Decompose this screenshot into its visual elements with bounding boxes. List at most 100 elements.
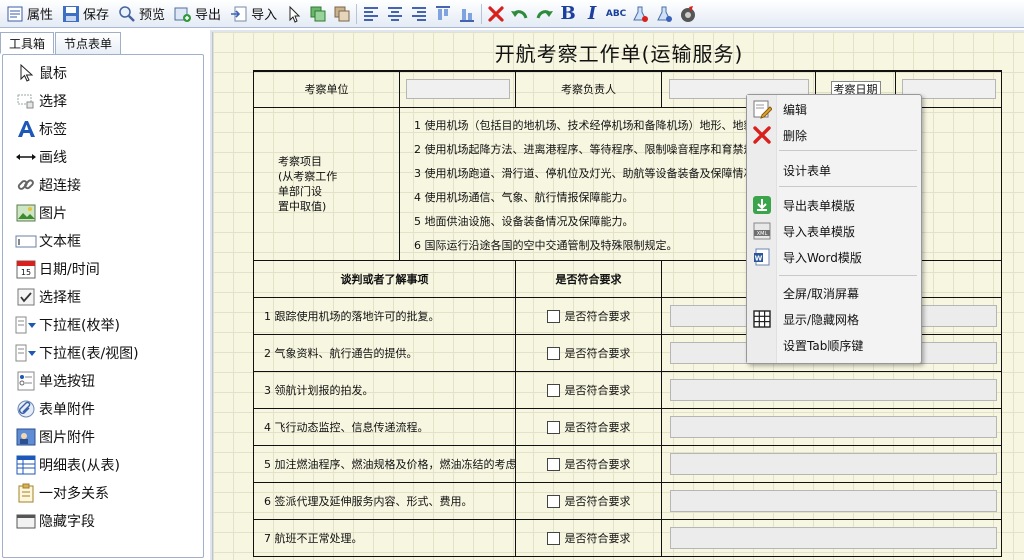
properties-icon — [6, 5, 24, 23]
copy-format-button[interactable] — [306, 2, 330, 26]
meets-checkbox[interactable] — [546, 421, 560, 434]
tool-line[interactable]: 画线 — [3, 143, 203, 171]
detail-input[interactable] — [670, 415, 997, 438]
toolbar-separator — [356, 3, 358, 24]
tool-picture[interactable]: 图片 — [3, 199, 203, 227]
tab-node-forms[interactable]: 节点表单 — [55, 32, 122, 54]
menu-item-tab-order[interactable]: 设置Tab顺序键 — [747, 333, 923, 357]
tool-mouse[interactable]: 鼠标 — [3, 59, 203, 87]
matter-header[interactable]: 谈判或者了解事项 — [253, 259, 516, 298]
align-top-button[interactable] — [431, 2, 455, 26]
menu-item-delete[interactable]: 删除 — [747, 123, 923, 147]
tool-label-item[interactable]: 标签 — [3, 115, 203, 143]
row-text-cell[interactable]: 1 跟踪使用机场的落地许可的批复。 — [253, 296, 516, 335]
tool-one-to-many[interactable]: 一对多关系 — [3, 479, 203, 507]
meets-checkbox[interactable] — [546, 495, 560, 508]
meets-checkbox[interactable] — [546, 310, 560, 323]
leader-label-cell[interactable]: 考察负责人 — [515, 70, 662, 108]
tool-image-attachment[interactable]: 图片附件 — [3, 423, 203, 451]
row-text-cell[interactable]: 3 领航计划报的拍发。 — [253, 370, 516, 409]
menu-item-export-template[interactable]: 导出表单模版 — [747, 193, 923, 217]
detail-input[interactable] — [670, 489, 997, 512]
meets-header[interactable]: 是否符合要求 — [515, 259, 662, 298]
tool-label: 图片 — [39, 206, 67, 222]
tool-label: 下拉框(表/视图) — [39, 346, 139, 362]
menu-item-label: 导入表单模版 — [783, 224, 856, 239]
detail-cell — [661, 370, 1002, 409]
meets-checkbox[interactable] — [546, 347, 560, 360]
flask-tool-button[interactable] — [628, 2, 652, 26]
tool-dropdown-enum[interactable]: 下拉框(枚举) — [3, 311, 203, 339]
tool-radio[interactable]: 单选按钮 — [3, 367, 203, 395]
toolbar-separator — [481, 3, 483, 24]
save-icon — [62, 5, 80, 23]
detail-input[interactable] — [670, 452, 997, 475]
row-text-cell[interactable]: 7 航班不正常处理。 — [253, 518, 516, 557]
undo-button[interactable] — [508, 2, 532, 26]
italic-button[interactable]: I — [580, 2, 604, 26]
menu-item-label: 显示/隐藏网格 — [783, 312, 860, 327]
preview-button[interactable]: 预览 — [114, 2, 169, 26]
import-button[interactable]: 导入 — [226, 2, 281, 26]
tool-detail-table[interactable]: 明细表(从表) — [3, 451, 203, 479]
align-left-button[interactable] — [359, 2, 383, 26]
save-label: 保存 — [83, 8, 110, 23]
row-text-cell[interactable]: 4 飞行动态监控、信息传递流程。 — [253, 407, 516, 446]
hidden-field-icon — [15, 510, 37, 532]
meets-checkbox[interactable] — [546, 532, 560, 545]
detail-input[interactable] — [670, 378, 997, 401]
tool-hidden-field[interactable]: 隐藏字段 — [3, 507, 203, 535]
spellcheck-button[interactable]: ABC — [604, 2, 628, 26]
project-label-cell[interactable]: 考察项目 (从考察工作 单部门设 置中取值) — [253, 106, 400, 261]
tool-datetime[interactable]: 15 日期/时间 — [3, 255, 203, 283]
menu-item-import-word[interactable]: W 导入Word模版 — [747, 245, 923, 269]
detail-input[interactable] — [670, 526, 997, 549]
bold-button[interactable]: B — [556, 2, 580, 26]
import-label: 导入 — [251, 8, 278, 23]
tool-label: 下拉框(枚举) — [39, 318, 120, 334]
tab-toolbox[interactable]: 工具箱 — [0, 32, 55, 54]
align-right-button[interactable] — [407, 2, 431, 26]
menu-item-label: 删除 — [783, 128, 808, 143]
form-title[interactable]: 开航考察工作单(运输服务) — [213, 38, 1024, 67]
detail-cell — [661, 518, 1002, 557]
properties-button[interactable]: 属性 — [2, 2, 57, 26]
align-center-button[interactable] — [383, 2, 407, 26]
tool-select[interactable]: 选择 — [3, 87, 203, 115]
row-text-cell[interactable]: 2 气象资料、航行通告的提供。 — [253, 333, 516, 372]
tool-checkbox[interactable]: 选择框 — [3, 283, 203, 311]
unit-label-cell[interactable]: 考察单位 — [253, 70, 400, 108]
pointer-icon — [289, 5, 301, 23]
flask-tool-2-button[interactable] — [652, 2, 676, 26]
meets-checkbox[interactable] — [546, 384, 560, 397]
attachment-icon — [15, 398, 37, 420]
tool-form-attachment[interactable]: 表单附件 — [3, 395, 203, 423]
redo-button[interactable] — [532, 2, 556, 26]
detail-table-icon — [15, 454, 37, 476]
pointer-tool-button[interactable] — [282, 2, 306, 26]
paste-format-button[interactable] — [330, 2, 354, 26]
row-text-cell[interactable]: 6 签派代理及延伸服务内容、形式、费用。 — [253, 481, 516, 520]
tool-dropdown-table[interactable]: 下拉框(表/视图) — [3, 339, 203, 367]
tool-textbox[interactable]: 文本框 — [3, 227, 203, 255]
palette-button[interactable] — [676, 2, 700, 26]
edit-pencil-icon — [747, 97, 777, 121]
tool-hyperlink[interactable]: 超连接 — [3, 171, 203, 199]
align-bottom-button[interactable] — [455, 2, 479, 26]
menu-item-design-form[interactable]: 设计表单 — [747, 158, 923, 182]
row-text-cell[interactable]: 5 加注燃油程序、燃油规格及价格，燃油冻结的考虑。 — [253, 444, 516, 483]
radio-button-icon — [15, 370, 37, 392]
dropdown-table-icon — [15, 342, 37, 364]
menu-item-fullscreen[interactable]: 全屏/取消屏幕 — [747, 281, 923, 305]
checkbox-cell: 是否符合要求 — [515, 370, 662, 409]
unit-input[interactable] — [405, 79, 510, 100]
import-icon — [230, 5, 248, 23]
menu-item-toggle-grid[interactable]: 显示/隐藏网格 — [747, 307, 923, 331]
save-button[interactable]: 保存 — [58, 2, 113, 26]
delete-button[interactable] — [484, 2, 508, 26]
export-button[interactable]: 导出 — [170, 2, 225, 26]
meets-checkbox[interactable] — [546, 458, 560, 471]
bold-icon: B — [560, 3, 576, 24]
menu-item-edit[interactable]: 编辑 — [747, 97, 923, 121]
menu-item-import-template[interactable]: XML 导入表单模版 — [747, 219, 923, 243]
